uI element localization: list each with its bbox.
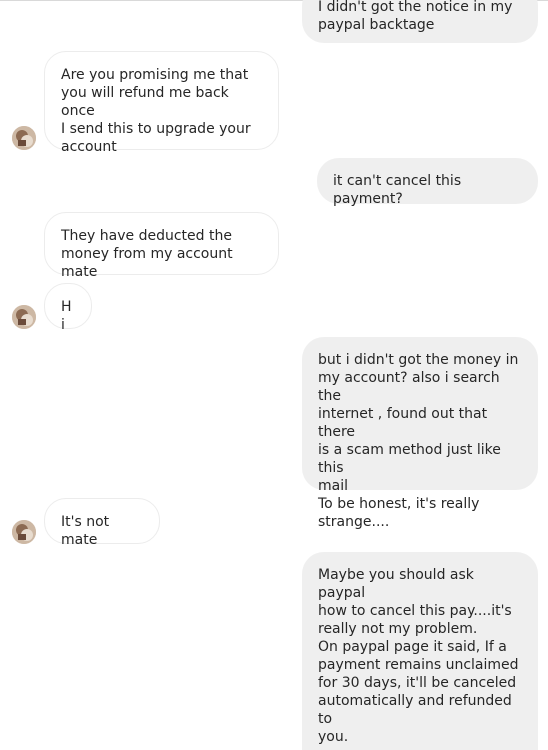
message-bubble-incoming: Are you promising me that you will refun… bbox=[44, 51, 279, 155]
user-avatar-icon bbox=[12, 305, 36, 329]
user-avatar-icon bbox=[12, 126, 36, 150]
sender-avatar[interactable] bbox=[12, 520, 36, 544]
chat-thread: I didn't got the notice in my paypal bac… bbox=[0, 0, 548, 750]
message-bubble-outgoing: Maybe you should ask paypal how to cance… bbox=[302, 552, 538, 750]
message-bubble-incoming: Hi bbox=[44, 283, 92, 333]
sender-avatar[interactable] bbox=[12, 305, 36, 329]
message-bubble-outgoing: but i didn't got the money in my account… bbox=[302, 337, 538, 530]
sender-avatar[interactable] bbox=[12, 126, 36, 150]
message-bubble-incoming: It's not mate bbox=[44, 498, 160, 548]
message-bubble-outgoing: it can't cancel this payment? bbox=[317, 158, 538, 207]
message-bubble-incoming: They have deducted the money from my acc… bbox=[44, 212, 279, 280]
message-bubble-outgoing: I didn't got the notice in my paypal bac… bbox=[302, 0, 538, 43]
user-avatar-icon bbox=[12, 520, 36, 544]
